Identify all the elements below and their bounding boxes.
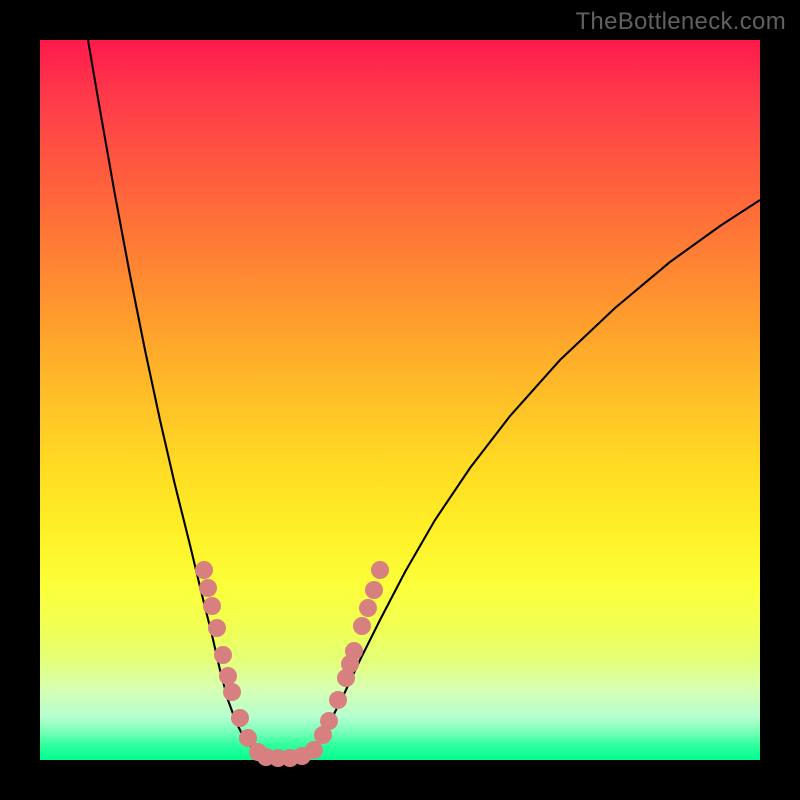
bead xyxy=(195,561,213,579)
chart-stage: TheBottleneck.com xyxy=(0,0,800,800)
beads-left-group xyxy=(195,561,267,761)
bead xyxy=(359,599,377,617)
bead xyxy=(329,691,347,709)
watermark-text: TheBottleneck.com xyxy=(575,8,786,36)
bead xyxy=(214,646,232,664)
chart-svg xyxy=(40,40,760,760)
bead xyxy=(203,597,221,615)
bead xyxy=(208,619,226,637)
bead xyxy=(320,712,338,730)
bead xyxy=(231,709,249,727)
bead xyxy=(345,642,363,660)
bead xyxy=(305,741,323,759)
beads-right-group xyxy=(305,561,389,759)
bead xyxy=(219,667,237,685)
bead xyxy=(223,683,241,701)
plot-area xyxy=(40,40,760,760)
bead xyxy=(199,579,217,597)
bead xyxy=(365,581,383,599)
curve-left xyxy=(88,40,260,754)
curve-right xyxy=(310,200,760,755)
bead xyxy=(353,617,371,635)
beads-valley-group xyxy=(257,747,311,767)
bead xyxy=(371,561,389,579)
